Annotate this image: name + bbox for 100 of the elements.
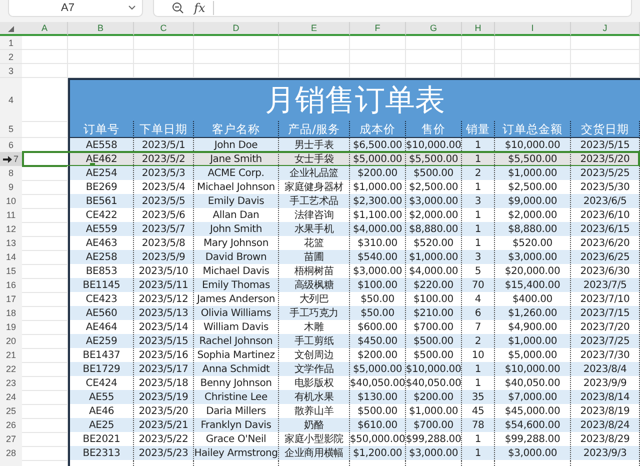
row-header[interactable]: 19 — [0, 320, 22, 335]
table-cell: 2023/5/13 — [134, 306, 194, 321]
row-header[interactable]: 17 — [0, 292, 22, 307]
empty-cell[interactable] — [194, 36, 279, 50]
name-box[interactable]: A7 — [8, 0, 143, 17]
row-header[interactable]: 24 — [0, 390, 22, 405]
row-header[interactable]: 25 — [0, 404, 22, 419]
table-cell: Emily Thomas — [194, 278, 279, 293]
table-cell: Christine Lee — [194, 390, 279, 405]
table-cell: 2023/6/20 — [571, 236, 640, 251]
empty-cell[interactable] — [406, 50, 462, 64]
empty-cell[interactable] — [68, 36, 134, 50]
row-header[interactable]: 26 — [0, 418, 22, 433]
column-header[interactable]: H — [462, 22, 495, 36]
column-header[interactable]: I — [495, 22, 571, 36]
empty-cell[interactable] — [571, 36, 640, 50]
table-cell: $4,000.00 — [406, 264, 462, 279]
table-cell: Franklyn Davis — [194, 418, 279, 433]
table-cell: 2023/5/19 — [134, 390, 194, 405]
table-cell: 2023/5/25 — [571, 166, 640, 181]
table-cell: Anna Schmidt — [194, 362, 279, 377]
row-header[interactable]: 7 — [0, 152, 22, 167]
empty-cell[interactable] — [462, 36, 495, 50]
row-header[interactable]: 18 — [0, 306, 22, 321]
row-header[interactable]: 27 — [0, 432, 22, 447]
table-cell: 2023/6/10 — [571, 208, 640, 223]
row-number: 8 — [8, 168, 14, 178]
row-header[interactable]: 8 — [0, 166, 22, 181]
empty-cell[interactable] — [350, 50, 406, 64]
table-cell: $500.00 — [350, 404, 406, 419]
table-header: 订单总金额 — [495, 121, 571, 138]
row-header[interactable]: 14 — [0, 250, 22, 265]
table-cell: 2023/7/15 — [571, 306, 640, 321]
table-cell: 高级枫糖 — [279, 278, 350, 293]
row-header[interactable]: 11 — [0, 208, 22, 223]
row-header[interactable]: 13 — [0, 236, 22, 251]
row-header[interactable]: 16 — [0, 278, 22, 293]
table-cell: CE422 — [68, 208, 134, 223]
row-header[interactable]: 23 — [0, 376, 22, 391]
table-cell: BE1729 — [68, 362, 134, 377]
row-header[interactable]: 6 — [0, 138, 22, 153]
table-cell: $3,000.00 — [406, 446, 462, 461]
table-cell: $210.00 — [406, 306, 462, 321]
row-header[interactable]: 28 — [0, 446, 22, 461]
table-cell: 木雕 — [279, 320, 350, 335]
table-cell: 2023/7/20 — [571, 320, 640, 335]
zoom-icon[interactable] — [172, 2, 184, 14]
empty-cell[interactable] — [279, 50, 350, 64]
empty-cell[interactable] — [495, 36, 571, 50]
table-cell: 2023/5/3 — [134, 166, 194, 181]
table-cell: 2023/6/25 — [571, 250, 640, 265]
table-cell: Rachel Johnson — [194, 334, 279, 349]
column-header[interactable]: C — [134, 22, 194, 36]
table-cell: $5,000.00 — [350, 362, 406, 377]
table-cell: $500.00 — [406, 166, 462, 181]
row-number: 21 — [6, 350, 16, 360]
row-header[interactable]: 1 — [0, 36, 22, 50]
column-header[interactable]: J — [571, 22, 640, 36]
function-label[interactable]: fx — [194, 0, 214, 14]
column-header[interactable]: G — [406, 22, 462, 36]
row-header[interactable]: 12 — [0, 222, 22, 237]
empty-cell[interactable] — [406, 36, 462, 50]
row-header[interactable]: 9 — [0, 180, 22, 195]
empty-cell[interactable] — [350, 36, 406, 50]
column-header[interactable]: D — [194, 22, 279, 36]
table-cell: 2023/5/8 — [134, 236, 194, 251]
row-header[interactable]: 15 — [0, 264, 22, 279]
table-cell: Michael Johnson — [194, 180, 279, 195]
column-header[interactable]: B — [68, 22, 134, 36]
table-header: 成本价 — [350, 121, 406, 138]
row-header[interactable]: 5 — [0, 121, 22, 138]
row-header[interactable]: 3 — [0, 64, 22, 78]
table-cell: Hailey Armstrong — [194, 446, 279, 461]
table-cell: $10,000.00 — [406, 362, 462, 377]
row-header[interactable]: 2 — [0, 50, 22, 64]
row-header[interactable]: 20 — [0, 334, 22, 349]
table-cell: 2023/5/11 — [134, 278, 194, 293]
table-cell: 法律咨询 — [279, 208, 350, 223]
empty-cell[interactable] — [68, 50, 134, 64]
table-cell: David Brown — [194, 250, 279, 265]
empty-cell[interactable] — [279, 36, 350, 50]
empty-cell[interactable] — [462, 50, 495, 64]
empty-cell[interactable] — [134, 36, 194, 50]
table-cell: 2023/9/9 — [571, 376, 640, 391]
empty-cell[interactable] — [134, 50, 194, 64]
table-cell: $7,000.00 — [495, 390, 571, 405]
column-header[interactable]: E — [279, 22, 350, 36]
arrow-right-icon — [3, 156, 12, 162]
row-header[interactable]: 22 — [0, 362, 22, 377]
empty-cell[interactable] — [571, 50, 640, 64]
table-cell: 2023/7/30 — [571, 348, 640, 363]
select-all-icon[interactable] — [8, 26, 14, 32]
table-cell: $700.00 — [406, 320, 462, 335]
empty-cell[interactable] — [495, 50, 571, 64]
row-header[interactable]: 21 — [0, 348, 22, 363]
column-header[interactable]: F — [350, 22, 406, 36]
row-header[interactable]: 4 — [0, 78, 22, 122]
empty-cell[interactable] — [194, 50, 279, 64]
column-header[interactable]: A — [22, 22, 68, 36]
row-header[interactable]: 10 — [0, 194, 22, 209]
